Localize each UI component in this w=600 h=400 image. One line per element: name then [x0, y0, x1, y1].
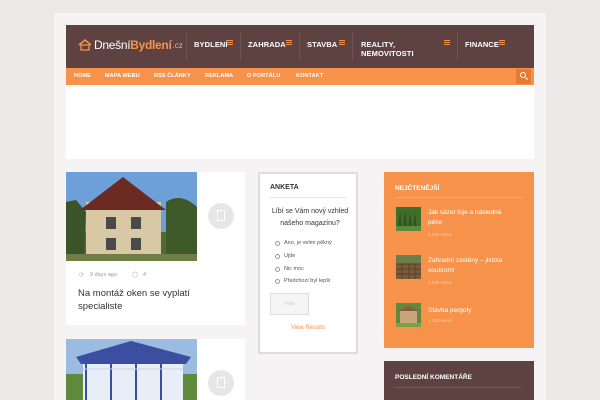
nav-reality-line2: NEMOVITOSTI: [361, 49, 414, 58]
document-icon: [217, 377, 225, 388]
subnav-kontakt[interactable]: KONTAKT: [296, 73, 323, 79]
post-title[interactable]: Na montáž oken se vyplatí specialiste: [78, 287, 228, 313]
nav-finance[interactable]: FINANCE: [465, 40, 499, 49]
vote-button[interactable]: Vote: [270, 293, 309, 315]
popular-title[interactable]: Jak sázet túje a následná péče: [428, 208, 523, 228]
logo-tld: .cz: [172, 40, 183, 50]
poll-question-line2: našeho magazínu?: [280, 220, 340, 227]
radio-button[interactable]: [275, 240, 280, 246]
nav-divider: [352, 32, 353, 60]
menu-icon: [499, 40, 505, 45]
clock-icon: ◷: [79, 272, 84, 278]
subnav-o-portalu[interactable]: O PORTÁLU: [247, 73, 280, 79]
nav-divider: [299, 32, 300, 60]
post-date: 9 days ago: [90, 272, 117, 278]
document-icon: [217, 210, 225, 221]
post-title-line2: specialiste: [78, 301, 123, 312]
house-icon: [78, 39, 92, 51]
house-photo: [66, 172, 197, 261]
poll-option[interactable]: Ujde: [275, 253, 295, 259]
popular-thumb[interactable]: [396, 207, 421, 231]
popular-title-line2: soukromí: [428, 267, 455, 274]
nav-zahrada[interactable]: ZAHRADA: [248, 40, 286, 49]
site-logo[interactable]: Dnešní Bydlení .cz: [78, 37, 183, 53]
popular-views: 2,005 views: [428, 280, 452, 285]
popular-title[interactable]: Stavba pergoly: [428, 306, 523, 316]
poll-option-label: Nic moc: [284, 266, 304, 272]
popular-views: 1,153 views: [428, 318, 452, 323]
nav-divider: [457, 32, 458, 60]
menu-icon: [444, 40, 450, 45]
popular-thumb[interactable]: [396, 303, 421, 327]
search-button[interactable]: [516, 69, 531, 84]
subnav-home[interactable]: HOME: [74, 73, 91, 79]
menu-icon: [339, 40, 345, 45]
view-results-link[interactable]: View Results: [258, 325, 358, 331]
nav-reality-line1: REALITY,: [361, 40, 396, 49]
popular-title-line1: Zahradní zástěny – jistota: [428, 257, 503, 264]
popular-title[interactable]: Zahradní zástěny – jistota soukromí: [428, 256, 523, 276]
logo-text-part1: Dnešní: [94, 38, 131, 52]
subnav-rss[interactable]: RSS ČLÁNKY: [154, 73, 191, 79]
nav-reality[interactable]: REALITY, NEMOVITOSTI: [361, 40, 414, 58]
menu-icon: [286, 40, 292, 45]
subnav-reklama[interactable]: REKLAMA: [205, 73, 233, 79]
poll-option[interactable]: Nic moc: [275, 266, 304, 272]
post-format-icon: [208, 370, 234, 396]
poll-heading: ANKETA: [270, 184, 299, 191]
popular-heading: NEJČTENĚJŠÍ: [395, 185, 440, 192]
nav-divider: [240, 32, 241, 60]
divider: [270, 197, 346, 198]
logo-text-part2: Bydlení: [130, 38, 172, 52]
popular-title-line1: Jak sázet túje a následná: [428, 209, 502, 216]
menu-icon: [227, 40, 233, 45]
post-title-line1: Na montáž oken se vyplatí: [78, 288, 190, 299]
post-comment-count: 4: [143, 272, 147, 278]
divider: [395, 387, 521, 388]
tent-photo: [66, 339, 197, 400]
poll-option[interactable]: Předchozí byl lepší: [275, 278, 330, 284]
divider: [395, 197, 521, 198]
popular-thumb[interactable]: [396, 255, 421, 279]
post-image-house[interactable]: [66, 172, 197, 261]
comments-heading: POSLEDNÍ KOMENTÁŘE: [395, 374, 472, 381]
nav-bydleni[interactable]: BYDLENÍ: [194, 40, 228, 49]
nav-stavba[interactable]: STAVBA: [307, 40, 337, 49]
radio-button[interactable]: [275, 266, 280, 272]
radio-button[interactable]: [275, 278, 280, 284]
poll-question: Líbí se Vám nový vzhled našeho magazínu?: [265, 206, 355, 230]
popular-views: 2,186 views: [428, 232, 452, 237]
poll-option-label: Předchozí byl lepší: [284, 278, 331, 284]
post-format-icon: [208, 203, 234, 229]
popular-title-line2: péče: [428, 219, 443, 226]
poll-question-line1: Líbí se Vám nový vzhled: [271, 208, 349, 215]
poll-option[interactable]: Ano, je velmi pěkný: [275, 240, 332, 246]
radio-button[interactable]: [275, 253, 280, 259]
poll-option-label: Ano, je velmi pěkný: [284, 240, 332, 246]
poll-option-label: Ujde: [284, 253, 296, 259]
post-image-tent[interactable]: [66, 339, 197, 400]
subnav-mapa-webu[interactable]: MAPA WEBU: [105, 73, 140, 79]
comment-icon: ◯: [132, 272, 139, 278]
nav-divider: [186, 32, 187, 60]
